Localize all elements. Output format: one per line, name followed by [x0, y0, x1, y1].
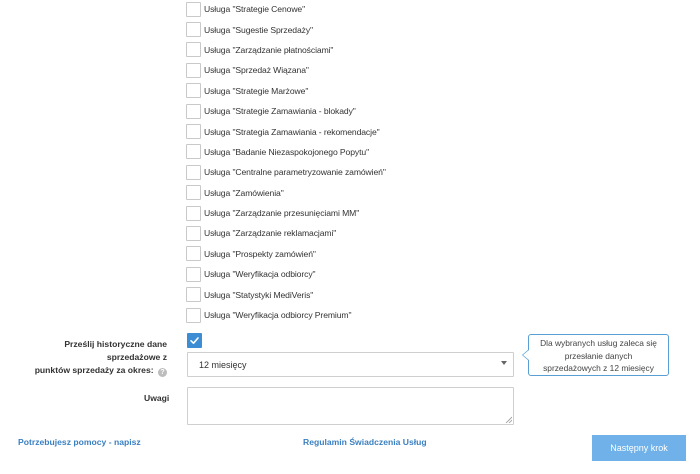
service-label: Usługa "Zarządzanie reklamacjami" [204, 228, 337, 239]
service-item[interactable]: Usługa "Centralne parametryzowanie zamów… [186, 162, 386, 182]
service-item[interactable]: Usługa "Zarządzanie reklamacjami" [186, 223, 386, 243]
service-item[interactable]: Usługa "Strategie Zamawiania - blokady" [186, 101, 386, 121]
tooltip-line: sprzedażowych z 12 miesięcy [543, 363, 654, 374]
service-checkbox[interactable] [186, 225, 201, 241]
history-period-select[interactable]: 12 miesięcy [187, 352, 514, 377]
help-contact-link[interactable]: Potrzebujesz pomocy - napisz [18, 437, 141, 447]
service-label: Usługa "Sugestie Sprzedaży" [204, 24, 313, 35]
notes-label: Uwagi [144, 393, 170, 403]
history-sales-label-line1: Prześlij historyczne dane sprzedażowe z [64, 339, 167, 362]
service-item[interactable]: Usługa "Strategia Zamawiania - rekomenda… [186, 121, 386, 141]
service-checkbox-list: Usługa "Strategie Cenowe" Usługa "Sugest… [186, 0, 386, 325]
service-checkbox[interactable] [186, 164, 201, 180]
notes-textarea[interactable] [187, 387, 514, 425]
service-item[interactable]: Usługa "Weryfikacja odbiorcy" [186, 264, 386, 284]
service-label: Usługa "Weryfikacja odbiorcy Premium" [204, 310, 352, 321]
service-checkbox[interactable] [186, 307, 201, 323]
service-checkbox[interactable] [186, 287, 201, 303]
next-step-button[interactable]: Następny krok [592, 435, 686, 461]
service-checkbox[interactable] [186, 83, 201, 99]
service-item[interactable]: Usługa "Strategie Cenowe" [186, 0, 386, 19]
service-checkbox[interactable] [186, 103, 201, 119]
service-item[interactable]: Usługa "Sugestie Sprzedaży" [186, 19, 386, 39]
service-item[interactable]: Usługa "Weryfikacja odbiorcy Premium" [186, 305, 386, 325]
service-label: Usługa "Strategia Zamawiania - rekomenda… [204, 126, 380, 137]
service-label: Usługa "Prospekty zamówień" [204, 248, 316, 259]
service-label: Usługa "Zarządzanie przesunięciami MM" [204, 208, 360, 219]
chevron-down-icon [501, 361, 507, 365]
service-item[interactable]: Usługa "Badanie Niezaspokojonego Popytu" [186, 142, 386, 162]
service-label: Usługa "Strategie Cenowe" [204, 4, 306, 15]
tooltip-line: Dla wybranych usług zaleca się [540, 338, 657, 348]
service-checkbox[interactable] [186, 1, 201, 17]
service-checkbox[interactable] [186, 22, 201, 38]
service-checkbox[interactable] [186, 42, 201, 58]
service-label: Usługa "Strategie Marżowe" [204, 85, 309, 96]
service-label: Usługa "Zamówienia" [204, 187, 284, 198]
service-item[interactable]: Usługa "Zarządzanie przesunięciami MM" [186, 203, 386, 223]
service-checkbox[interactable] [186, 185, 201, 201]
history-sales-label-line2: punktów sprzedaży za okres: [34, 365, 154, 375]
checkmark-icon [190, 337, 199, 344]
service-checkbox[interactable] [186, 266, 201, 282]
service-item[interactable]: Usługa "Prospekty zamówień" [186, 244, 386, 264]
service-label: Usługa "Badanie Niezaspokojonego Popytu" [204, 146, 370, 157]
history-sales-checkbox[interactable] [187, 333, 202, 348]
service-item[interactable]: Usługa "Zarządzanie płatnościami" [186, 40, 386, 60]
service-label: Usługa "Zarządzanie płatnościami" [204, 44, 334, 55]
service-checkbox[interactable] [186, 246, 201, 262]
history-sales-label: Prześlij historyczne dane sprzedażowe z … [10, 338, 167, 377]
service-checkbox[interactable] [186, 62, 201, 78]
service-item[interactable]: Usługa "Zamówienia" [186, 183, 386, 203]
service-item[interactable]: Usługa "Sprzedaż Wiązana" [186, 60, 386, 80]
service-label: Usługa "Centralne parametryzowanie zamów… [204, 167, 386, 178]
recommendation-tooltip: Dla wybranych usług zaleca się przesłani… [522, 334, 669, 376]
terms-link[interactable]: Regulamin Świadczenia Usług [303, 437, 427, 447]
service-label: Usługa "Statystyki MediVeris" [204, 289, 314, 300]
service-label: Usługa "Sprzedaż Wiązana" [204, 65, 309, 76]
service-label: Usługa "Strategie Zamawiania - blokady" [204, 106, 356, 117]
service-checkbox[interactable] [186, 124, 201, 140]
service-label: Usługa "Weryfikacja odbiorcy" [204, 269, 316, 280]
service-item[interactable]: Usługa "Statystyki MediVeris" [186, 284, 386, 304]
history-period-value: 12 miesięcy [199, 360, 247, 370]
service-item[interactable]: Usługa "Strategie Marżowe" [186, 81, 386, 101]
service-checkbox[interactable] [186, 205, 201, 221]
help-icon[interactable]: ? [158, 368, 167, 377]
service-checkbox[interactable] [186, 144, 201, 160]
resize-grip-icon[interactable] [505, 416, 512, 423]
tooltip-line: przesłanie danych [564, 350, 633, 361]
